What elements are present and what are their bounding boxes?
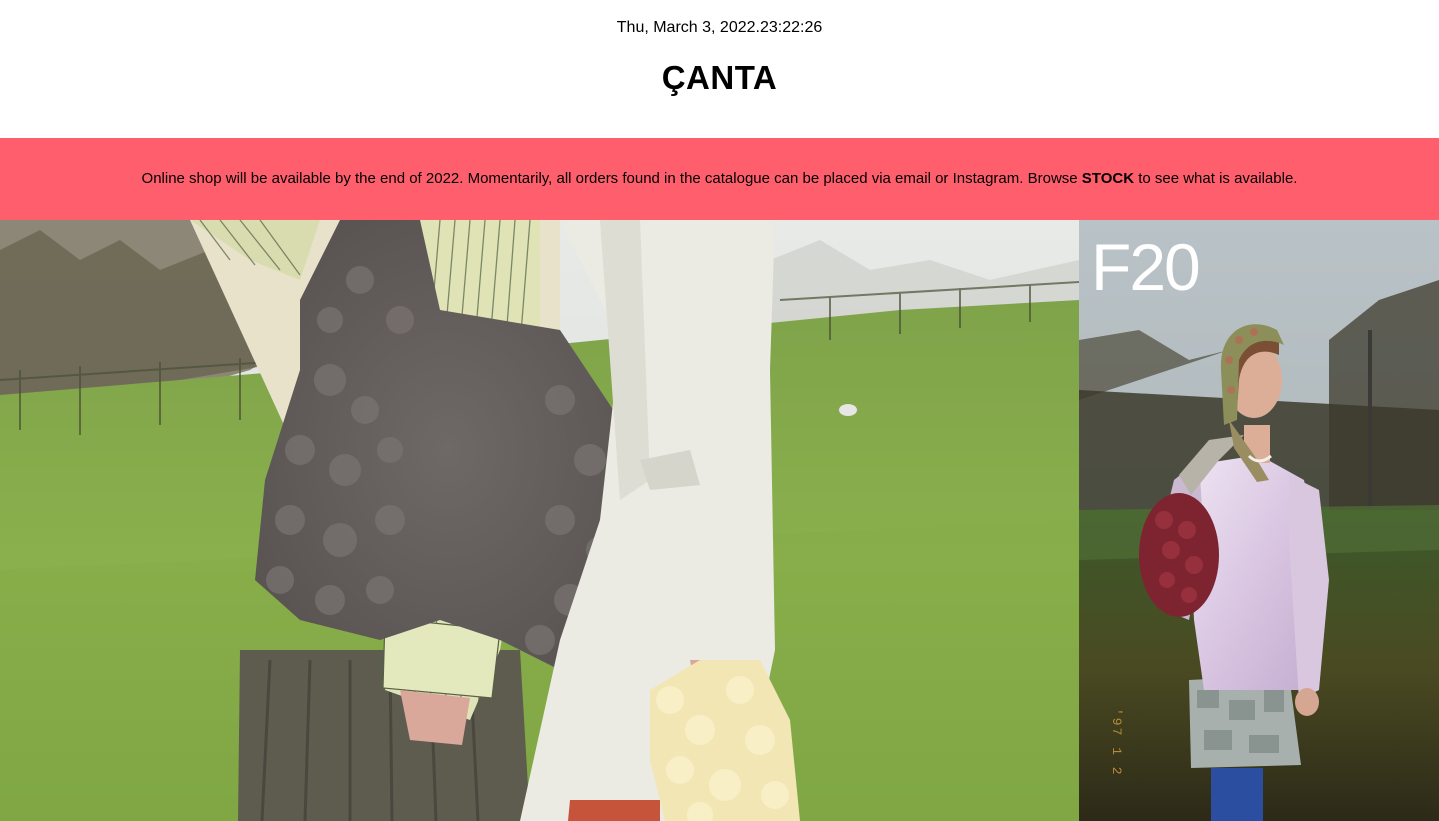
film-date-stamp: '97 1 2 bbox=[1109, 708, 1124, 777]
brand-logo[interactable]: ÇANTA bbox=[0, 59, 1439, 97]
banner-text-after: to see what is available. bbox=[1134, 170, 1298, 187]
banner-text: Online shop will be available by the end… bbox=[142, 170, 1298, 188]
stock-link[interactable]: STOCK bbox=[1082, 170, 1134, 187]
collection-cover-photo[interactable]: F20 '97 1 2 bbox=[1079, 220, 1439, 821]
announcement-banner: Online shop will be available by the end… bbox=[0, 138, 1439, 220]
collection-label-f20: F20 bbox=[1091, 230, 1201, 304]
current-datetime: Thu, March 3, 2022.23:22:26 bbox=[616, 19, 823, 36]
site-header: Thu, March 3, 2022.23:22:26 ÇANTA bbox=[0, 0, 1439, 138]
collection-cover-image bbox=[1079, 220, 1439, 821]
collection-gallery: F20 '97 1 2 bbox=[0, 220, 1439, 821]
banner-text-before: Online shop will be available by the end… bbox=[141, 170, 1082, 187]
featured-photo[interactable] bbox=[0, 220, 1079, 821]
featured-photo-image bbox=[0, 220, 1079, 821]
